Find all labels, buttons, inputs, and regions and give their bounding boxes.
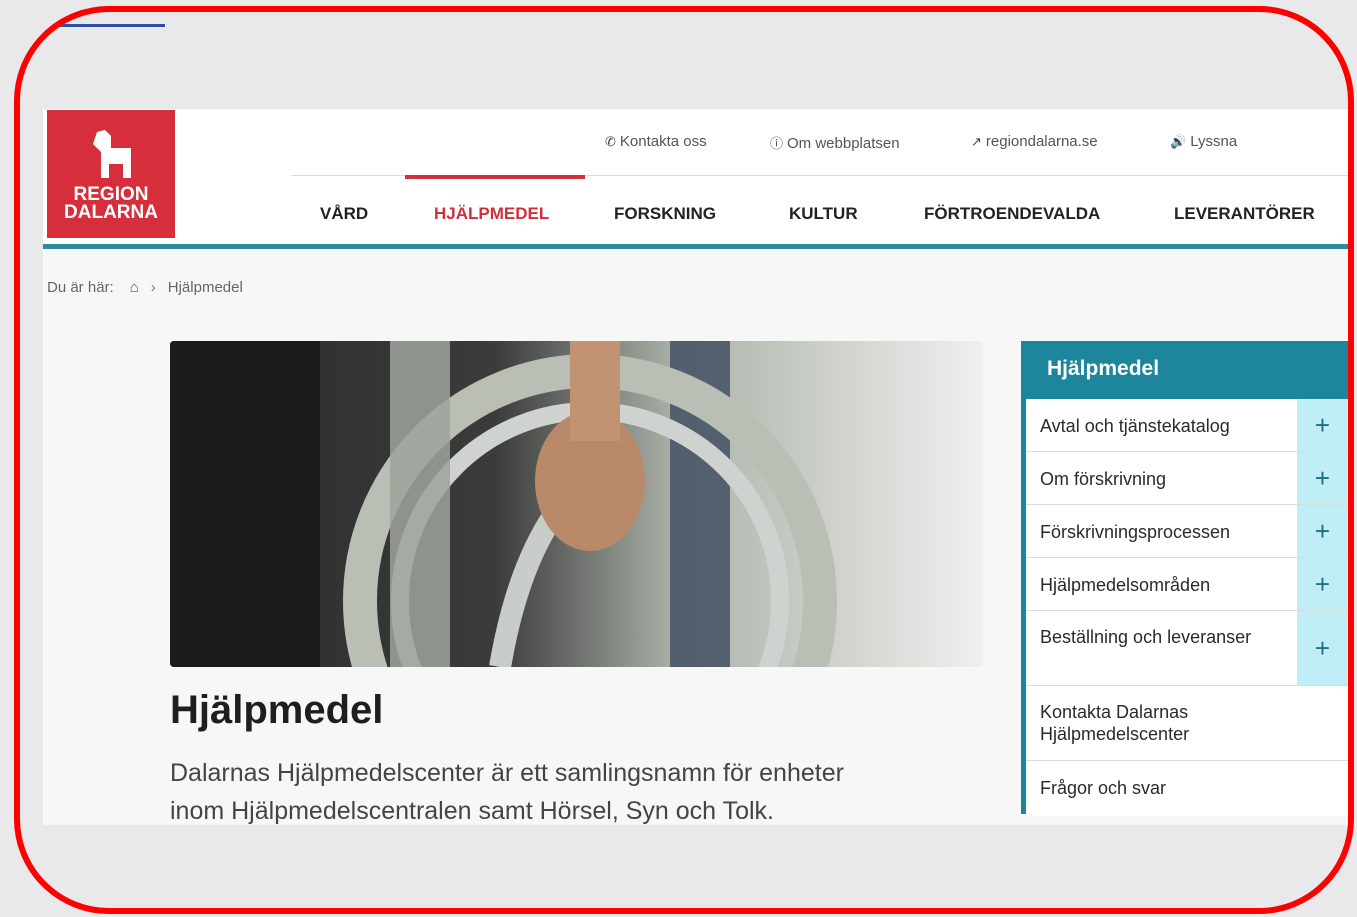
nav-item-leverantorer[interactable]: LEVERANTÖRER <box>1174 204 1315 224</box>
website-viewport: REGION DALARNA ✆ Kontakta oss ⓘ Om webbpla… <box>43 109 1348 825</box>
logo-line2: DALARNA <box>64 202 158 223</box>
sidebar-item-label: Om förskrivning <box>1040 469 1167 489</box>
breadcrumb: Du är här: ⌂ › Hjälpmedel <box>47 279 243 296</box>
active-nav-indicator <box>405 175 585 179</box>
external-label: regiondalarna.se <box>985 133 1098 150</box>
lead-line-2: inom Hjälpmedelscentralen samt Hörsel, S… <box>170 797 774 825</box>
sidebar-item-fragor[interactable]: Frågor och svar <box>1026 761 1348 814</box>
about-label: Om webbplatsen <box>787 135 900 152</box>
sidebar-item-hjalpmedelsomraden[interactable]: Hjälpmedelsområden + <box>1026 558 1348 611</box>
listen-label: Lyssna <box>1190 133 1238 150</box>
sidebar-item-label: Hjälpmedelsområden <box>1040 575 1211 595</box>
plus-icon[interactable]: + <box>1297 558 1348 610</box>
sidebar-item-label: Frågor och svar <box>1040 778 1167 798</box>
breadcrumb-separator: › <box>150 279 156 296</box>
external-link-icon: ↗ <box>971 134 982 149</box>
highlight-frame: REGION DALARNA ✆ Kontakta oss ⓘ Om webbpla… <box>14 6 1354 914</box>
nav-item-kultur[interactable]: KULTUR <box>789 204 858 224</box>
sidebar-item-bestallning[interactable]: Beställning och leveranser + <box>1026 611 1348 686</box>
sidebar-item-label: Beställning och leveranser <box>1040 627 1252 647</box>
nav-item-fortroendevalda[interactable]: FÖRTROENDEVALDA <box>924 204 1100 224</box>
sidebar-item-forskrivningsprocessen[interactable]: Förskrivningsprocessen + <box>1026 505 1348 558</box>
phone-icon: ✆ <box>605 134 616 149</box>
listen-link[interactable]: 🔊 Lyssna <box>1170 133 1237 150</box>
speaker-icon: 🔊 <box>1170 134 1187 149</box>
contact-label: Kontakta oss <box>619 133 707 150</box>
home-icon[interactable]: ⌂ <box>130 279 139 296</box>
sidebar-item-label: Förskrivningsprocessen <box>1040 522 1231 542</box>
region-dalarna-logo[interactable]: REGION DALARNA <box>47 110 175 238</box>
lead-line-1: Dalarnas Hjälpmedelscenter är ett samlin… <box>170 759 844 787</box>
plus-icon[interactable]: + <box>1297 505 1348 557</box>
info-icon: ⓘ <box>770 136 784 151</box>
nav-item-forskning[interactable]: FORSKNING <box>614 204 716 224</box>
breadcrumb-current: Hjälpmedel <box>167 279 243 296</box>
sidebar-menu: Avtal och tjänstekatalog + Om förskrivni… <box>1021 399 1348 814</box>
nav-item-hjalpmedel[interactable]: HJÄLPMEDEL <box>434 204 549 224</box>
page-lead: Dalarnas Hjälpmedelscenter är ett samlin… <box>170 754 1000 825</box>
external-site-link[interactable]: ↗ regiondalarna.se <box>971 133 1098 150</box>
sidebar-item-avtal[interactable]: Avtal och tjänstekatalog + <box>1026 399 1348 452</box>
plus-icon[interactable]: + <box>1297 611 1348 685</box>
about-link[interactable]: ⓘ Om webbplatsen <box>770 133 900 152</box>
sidebar-item-label: Kontakta Dalarnas Hjälpmedelscenter <box>1040 702 1190 744</box>
logo-line1: REGION <box>73 184 149 205</box>
nav-item-vard[interactable]: VÅRD <box>320 204 368 224</box>
sidebar-item-om-forskrivning[interactable]: Om förskrivning + <box>1026 452 1348 505</box>
annotation-underline <box>20 24 165 27</box>
plus-icon[interactable]: + <box>1297 452 1348 504</box>
hero-image <box>170 341 983 667</box>
plus-icon[interactable]: + <box>1297 399 1348 451</box>
section-sidebar: Hjälpmedel Avtal och tjänstekatalog + Om… <box>1021 341 1348 816</box>
page-title: Hjälpmedel <box>170 688 384 732</box>
sidebar-item-kontakta[interactable]: Kontakta Dalarnas Hjälpmedelscenter <box>1026 686 1348 761</box>
breadcrumb-prefix: Du är här: <box>47 279 114 296</box>
utility-nav: ✆ Kontakta oss ⓘ Om webbplatsen ↗ regiondal… <box>43 133 1348 153</box>
sidebar-item-label: Avtal och tjänstekatalog <box>1040 416 1230 436</box>
contact-link[interactable]: ✆ Kontakta oss <box>605 133 707 150</box>
site-header: REGION DALARNA ✆ Kontakta oss ⓘ Om webbpla… <box>43 109 1348 249</box>
wheelchair-photo <box>170 341 983 667</box>
sidebar-title[interactable]: Hjälpmedel <box>1021 341 1348 399</box>
